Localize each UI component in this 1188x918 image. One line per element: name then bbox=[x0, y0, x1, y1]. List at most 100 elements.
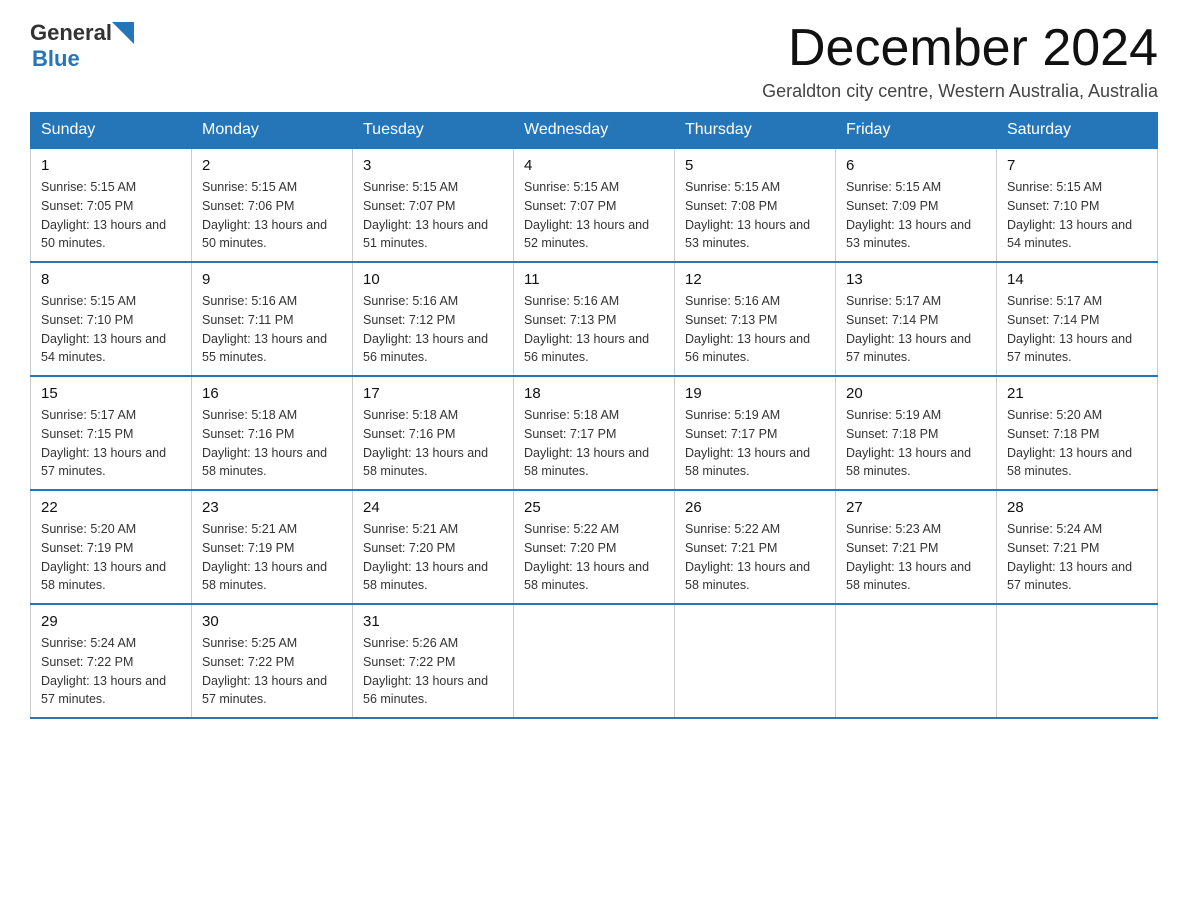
day-info: Sunrise: 5:23 AMSunset: 7:21 PMDaylight:… bbox=[846, 520, 986, 595]
weekday-header-friday: Friday bbox=[836, 113, 997, 149]
calendar-cell: 18 Sunrise: 5:18 AMSunset: 7:17 PMDaylig… bbox=[514, 376, 675, 490]
calendar-cell: 2 Sunrise: 5:15 AMSunset: 7:06 PMDayligh… bbox=[192, 148, 353, 262]
day-info: Sunrise: 5:16 AMSunset: 7:12 PMDaylight:… bbox=[363, 292, 503, 367]
calendar-week-3: 15 Sunrise: 5:17 AMSunset: 7:15 PMDaylig… bbox=[31, 376, 1158, 490]
calendar-cell: 8 Sunrise: 5:15 AMSunset: 7:10 PMDayligh… bbox=[31, 262, 192, 376]
day-info: Sunrise: 5:15 AMSunset: 7:10 PMDaylight:… bbox=[1007, 178, 1147, 253]
calendar-cell: 15 Sunrise: 5:17 AMSunset: 7:15 PMDaylig… bbox=[31, 376, 192, 490]
logo: General Blue bbox=[30, 20, 134, 72]
day-number: 9 bbox=[202, 271, 342, 288]
day-number: 18 bbox=[524, 385, 664, 402]
day-number: 21 bbox=[1007, 385, 1147, 402]
day-info: Sunrise: 5:15 AMSunset: 7:09 PMDaylight:… bbox=[846, 178, 986, 253]
calendar-cell: 14 Sunrise: 5:17 AMSunset: 7:14 PMDaylig… bbox=[997, 262, 1158, 376]
day-info: Sunrise: 5:16 AMSunset: 7:11 PMDaylight:… bbox=[202, 292, 342, 367]
weekday-header-saturday: Saturday bbox=[997, 113, 1158, 149]
day-number: 17 bbox=[363, 385, 503, 402]
logo-text-blue: Blue bbox=[32, 46, 80, 72]
calendar-cell: 11 Sunrise: 5:16 AMSunset: 7:13 PMDaylig… bbox=[514, 262, 675, 376]
calendar-cell: 21 Sunrise: 5:20 AMSunset: 7:18 PMDaylig… bbox=[997, 376, 1158, 490]
day-number: 6 bbox=[846, 157, 986, 174]
day-number: 11 bbox=[524, 271, 664, 288]
day-number: 12 bbox=[685, 271, 825, 288]
calendar-cell: 27 Sunrise: 5:23 AMSunset: 7:21 PMDaylig… bbox=[836, 490, 997, 604]
day-number: 2 bbox=[202, 157, 342, 174]
header-row: SundayMondayTuesdayWednesdayThursdayFrid… bbox=[31, 113, 1158, 149]
calendar-cell: 22 Sunrise: 5:20 AMSunset: 7:19 PMDaylig… bbox=[31, 490, 192, 604]
day-info: Sunrise: 5:18 AMSunset: 7:17 PMDaylight:… bbox=[524, 406, 664, 481]
calendar-cell bbox=[514, 604, 675, 718]
calendar-cell: 19 Sunrise: 5:19 AMSunset: 7:17 PMDaylig… bbox=[675, 376, 836, 490]
calendar-week-5: 29 Sunrise: 5:24 AMSunset: 7:22 PMDaylig… bbox=[31, 604, 1158, 718]
day-number: 16 bbox=[202, 385, 342, 402]
day-info: Sunrise: 5:15 AMSunset: 7:07 PMDaylight:… bbox=[363, 178, 503, 253]
day-number: 5 bbox=[685, 157, 825, 174]
day-info: Sunrise: 5:20 AMSunset: 7:18 PMDaylight:… bbox=[1007, 406, 1147, 481]
day-number: 19 bbox=[685, 385, 825, 402]
day-number: 8 bbox=[41, 271, 181, 288]
day-info: Sunrise: 5:15 AMSunset: 7:07 PMDaylight:… bbox=[524, 178, 664, 253]
day-number: 3 bbox=[363, 157, 503, 174]
calendar-cell: 9 Sunrise: 5:16 AMSunset: 7:11 PMDayligh… bbox=[192, 262, 353, 376]
day-number: 30 bbox=[202, 613, 342, 630]
day-number: 20 bbox=[846, 385, 986, 402]
day-info: Sunrise: 5:21 AMSunset: 7:19 PMDaylight:… bbox=[202, 520, 342, 595]
calendar-cell: 28 Sunrise: 5:24 AMSunset: 7:21 PMDaylig… bbox=[997, 490, 1158, 604]
day-info: Sunrise: 5:22 AMSunset: 7:21 PMDaylight:… bbox=[685, 520, 825, 595]
calendar-cell: 31 Sunrise: 5:26 AMSunset: 7:22 PMDaylig… bbox=[353, 604, 514, 718]
calendar-cell: 23 Sunrise: 5:21 AMSunset: 7:19 PMDaylig… bbox=[192, 490, 353, 604]
day-number: 10 bbox=[363, 271, 503, 288]
calendar-cell: 7 Sunrise: 5:15 AMSunset: 7:10 PMDayligh… bbox=[997, 148, 1158, 262]
calendar-cell bbox=[836, 604, 997, 718]
day-number: 7 bbox=[1007, 157, 1147, 174]
calendar-cell: 24 Sunrise: 5:21 AMSunset: 7:20 PMDaylig… bbox=[353, 490, 514, 604]
calendar-cell: 30 Sunrise: 5:25 AMSunset: 7:22 PMDaylig… bbox=[192, 604, 353, 718]
day-info: Sunrise: 5:19 AMSunset: 7:18 PMDaylight:… bbox=[846, 406, 986, 481]
calendar-cell bbox=[675, 604, 836, 718]
day-info: Sunrise: 5:26 AMSunset: 7:22 PMDaylight:… bbox=[363, 634, 503, 709]
location-subtitle: Geraldton city centre, Western Australia… bbox=[762, 81, 1158, 102]
day-number: 27 bbox=[846, 499, 986, 516]
calendar-cell: 20 Sunrise: 5:19 AMSunset: 7:18 PMDaylig… bbox=[836, 376, 997, 490]
day-info: Sunrise: 5:24 AMSunset: 7:22 PMDaylight:… bbox=[41, 634, 181, 709]
day-info: Sunrise: 5:20 AMSunset: 7:19 PMDaylight:… bbox=[41, 520, 181, 595]
day-info: Sunrise: 5:18 AMSunset: 7:16 PMDaylight:… bbox=[202, 406, 342, 481]
day-info: Sunrise: 5:15 AMSunset: 7:06 PMDaylight:… bbox=[202, 178, 342, 253]
calendar-body: 1 Sunrise: 5:15 AMSunset: 7:05 PMDayligh… bbox=[31, 148, 1158, 718]
calendar-week-2: 8 Sunrise: 5:15 AMSunset: 7:10 PMDayligh… bbox=[31, 262, 1158, 376]
day-info: Sunrise: 5:15 AMSunset: 7:08 PMDaylight:… bbox=[685, 178, 825, 253]
calendar-cell: 26 Sunrise: 5:22 AMSunset: 7:21 PMDaylig… bbox=[675, 490, 836, 604]
day-info: Sunrise: 5:17 AMSunset: 7:15 PMDaylight:… bbox=[41, 406, 181, 481]
day-number: 22 bbox=[41, 499, 181, 516]
page-header: General Blue December 2024 Geraldton cit… bbox=[30, 20, 1158, 102]
day-info: Sunrise: 5:15 AMSunset: 7:10 PMDaylight:… bbox=[41, 292, 181, 367]
calendar-cell: 5 Sunrise: 5:15 AMSunset: 7:08 PMDayligh… bbox=[675, 148, 836, 262]
day-info: Sunrise: 5:25 AMSunset: 7:22 PMDaylight:… bbox=[202, 634, 342, 709]
day-number: 13 bbox=[846, 271, 986, 288]
calendar-cell: 12 Sunrise: 5:16 AMSunset: 7:13 PMDaylig… bbox=[675, 262, 836, 376]
day-number: 14 bbox=[1007, 271, 1147, 288]
weekday-header-sunday: Sunday bbox=[31, 113, 192, 149]
month-title: December 2024 bbox=[762, 20, 1158, 77]
day-number: 26 bbox=[685, 499, 825, 516]
calendar-cell: 29 Sunrise: 5:24 AMSunset: 7:22 PMDaylig… bbox=[31, 604, 192, 718]
calendar-cell: 13 Sunrise: 5:17 AMSunset: 7:14 PMDaylig… bbox=[836, 262, 997, 376]
calendar-cell: 1 Sunrise: 5:15 AMSunset: 7:05 PMDayligh… bbox=[31, 148, 192, 262]
calendar-cell: 10 Sunrise: 5:16 AMSunset: 7:12 PMDaylig… bbox=[353, 262, 514, 376]
day-info: Sunrise: 5:16 AMSunset: 7:13 PMDaylight:… bbox=[685, 292, 825, 367]
weekday-header-thursday: Thursday bbox=[675, 113, 836, 149]
weekday-header-tuesday: Tuesday bbox=[353, 113, 514, 149]
day-info: Sunrise: 5:19 AMSunset: 7:17 PMDaylight:… bbox=[685, 406, 825, 481]
day-number: 15 bbox=[41, 385, 181, 402]
calendar-cell bbox=[997, 604, 1158, 718]
weekday-header-wednesday: Wednesday bbox=[514, 113, 675, 149]
day-number: 1 bbox=[41, 157, 181, 174]
calendar-week-1: 1 Sunrise: 5:15 AMSunset: 7:05 PMDayligh… bbox=[31, 148, 1158, 262]
logo-triangle-icon bbox=[112, 22, 134, 44]
calendar-cell: 6 Sunrise: 5:15 AMSunset: 7:09 PMDayligh… bbox=[836, 148, 997, 262]
calendar-week-4: 22 Sunrise: 5:20 AMSunset: 7:19 PMDaylig… bbox=[31, 490, 1158, 604]
calendar-header: SundayMondayTuesdayWednesdayThursdayFrid… bbox=[31, 113, 1158, 149]
day-number: 25 bbox=[524, 499, 664, 516]
day-info: Sunrise: 5:16 AMSunset: 7:13 PMDaylight:… bbox=[524, 292, 664, 367]
day-number: 28 bbox=[1007, 499, 1147, 516]
